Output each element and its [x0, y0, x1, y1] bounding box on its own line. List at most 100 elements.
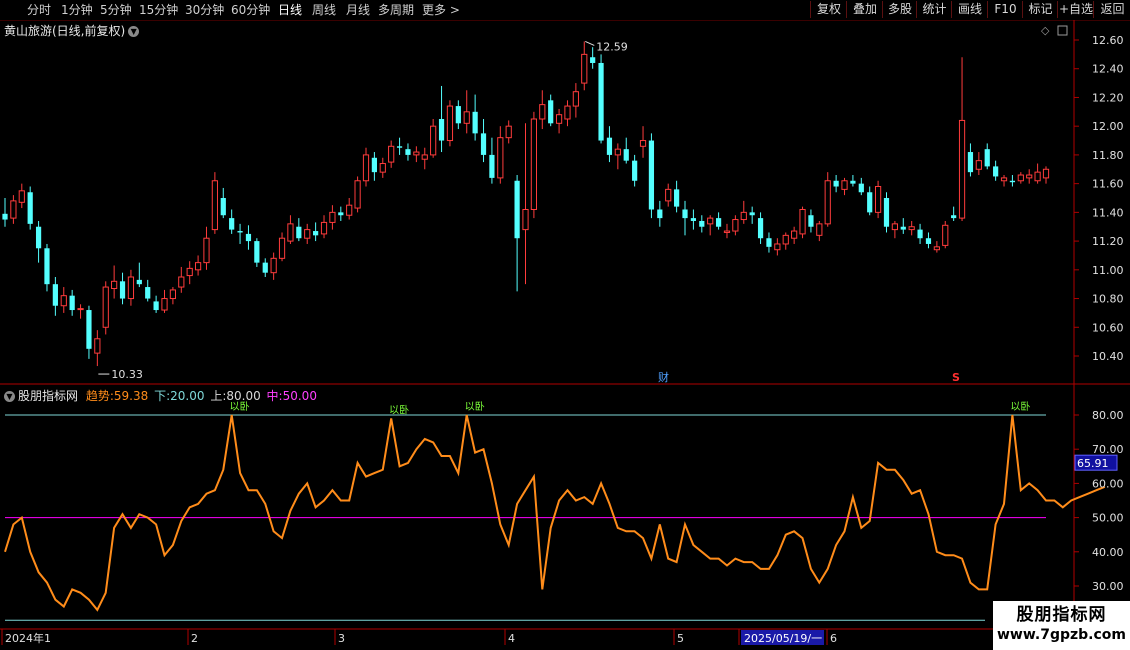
candle — [975, 152, 982, 176]
candle — [867, 186, 873, 216]
candle-body — [782, 234, 789, 245]
candle-body — [371, 157, 377, 173]
candle-body — [993, 166, 999, 177]
candle-body — [396, 146, 403, 148]
candle-body — [52, 284, 58, 306]
box-icon[interactable] — [1057, 25, 1068, 36]
candle-body — [808, 215, 814, 227]
candle-body — [867, 192, 873, 213]
xtick-label-2: 3 — [338, 632, 345, 645]
candle-body — [606, 137, 613, 155]
candle-body — [967, 152, 974, 173]
candle — [682, 200, 688, 236]
candle-body — [522, 208, 529, 231]
candle-body — [304, 229, 311, 239]
current-value-text: 65.91 — [1077, 457, 1109, 470]
candle — [581, 41, 588, 91]
candle — [320, 215, 328, 239]
stock-chart[interactable]: ◇ 10.40 10.60 10.80 11.00 11.20 11.40 11.60 11.… — [0, 0, 1130, 650]
candle — [505, 120, 512, 144]
candle-body — [413, 151, 420, 156]
candle-body — [489, 154, 495, 178]
ind-ytick-label-5: 80.00 — [1092, 409, 1124, 422]
candle-body — [287, 223, 294, 242]
candle-body — [648, 140, 655, 210]
candle — [430, 119, 437, 158]
candle — [665, 183, 672, 207]
ind-ytick-label-2: 50.00 — [1092, 512, 1124, 525]
candle-body — [975, 160, 982, 170]
candle-body — [262, 262, 268, 273]
site-watermark: 股朋指标网 www.7gpzb.com — [993, 601, 1130, 650]
candle — [254, 238, 260, 267]
candle-body — [136, 279, 142, 285]
candle-body — [925, 238, 932, 244]
candle-body — [984, 149, 990, 167]
candle-body — [362, 154, 370, 182]
candle — [774, 238, 781, 256]
watermark-line2: www.7gpzb.com — [996, 627, 1126, 643]
ytick-label-7: 11.80 — [1092, 149, 1124, 162]
candle — [489, 137, 495, 184]
candle — [917, 223, 923, 244]
candle — [329, 205, 336, 230]
candle — [388, 140, 395, 168]
candle-body — [296, 226, 302, 239]
candle — [925, 232, 932, 249]
max-pointer — [585, 40, 595, 46]
candle — [203, 226, 210, 270]
candle — [127, 269, 135, 306]
diamond-icon[interactable]: ◇ — [1041, 24, 1050, 37]
candle-body — [270, 257, 277, 274]
candle-body — [1017, 174, 1024, 182]
candle — [891, 220, 898, 239]
candle — [799, 206, 806, 239]
candle — [958, 57, 966, 221]
candle-body — [942, 224, 949, 246]
candle-body — [555, 114, 563, 124]
candle — [472, 94, 478, 141]
candle — [657, 200, 663, 227]
signal-label: 以卧 — [389, 403, 409, 416]
candle — [304, 223, 311, 244]
candle — [606, 126, 613, 163]
candle — [396, 137, 403, 155]
candle — [421, 147, 428, 170]
candle-body — [388, 145, 395, 163]
candle-body — [908, 226, 915, 231]
xtick-label-3: 4 — [508, 632, 515, 645]
candle — [522, 123, 529, 285]
candle — [723, 223, 731, 239]
candle — [296, 218, 302, 242]
ytick-label-11: 12.60 — [1092, 34, 1124, 47]
candle-body — [446, 105, 454, 142]
candle-body — [169, 289, 177, 300]
candle — [1017, 172, 1024, 184]
candle-body — [245, 233, 252, 242]
candle-body — [77, 308, 84, 311]
candle-body — [161, 298, 168, 311]
candle — [245, 225, 252, 250]
candle — [614, 143, 621, 170]
candle-body — [530, 118, 537, 210]
ytick-label-2: 10.80 — [1092, 293, 1124, 306]
candle-body — [614, 148, 621, 156]
candle — [942, 220, 949, 249]
candle-body — [874, 186, 882, 213]
candle-body — [958, 119, 966, 219]
candle-body — [278, 237, 286, 259]
candle — [136, 262, 142, 288]
candle — [690, 209, 697, 230]
candle-body — [766, 238, 772, 247]
candle — [833, 175, 839, 193]
ytick-label-3: 11.00 — [1092, 264, 1124, 277]
candle-body — [824, 180, 831, 225]
candle-body — [548, 100, 554, 124]
signal-label: 以卧 — [465, 400, 485, 413]
candle-body — [211, 180, 218, 231]
candle-body — [329, 211, 336, 223]
candle — [572, 83, 579, 118]
candle — [1000, 175, 1008, 187]
xtick-label-4: 5 — [677, 632, 684, 645]
candle-body — [1009, 180, 1016, 183]
